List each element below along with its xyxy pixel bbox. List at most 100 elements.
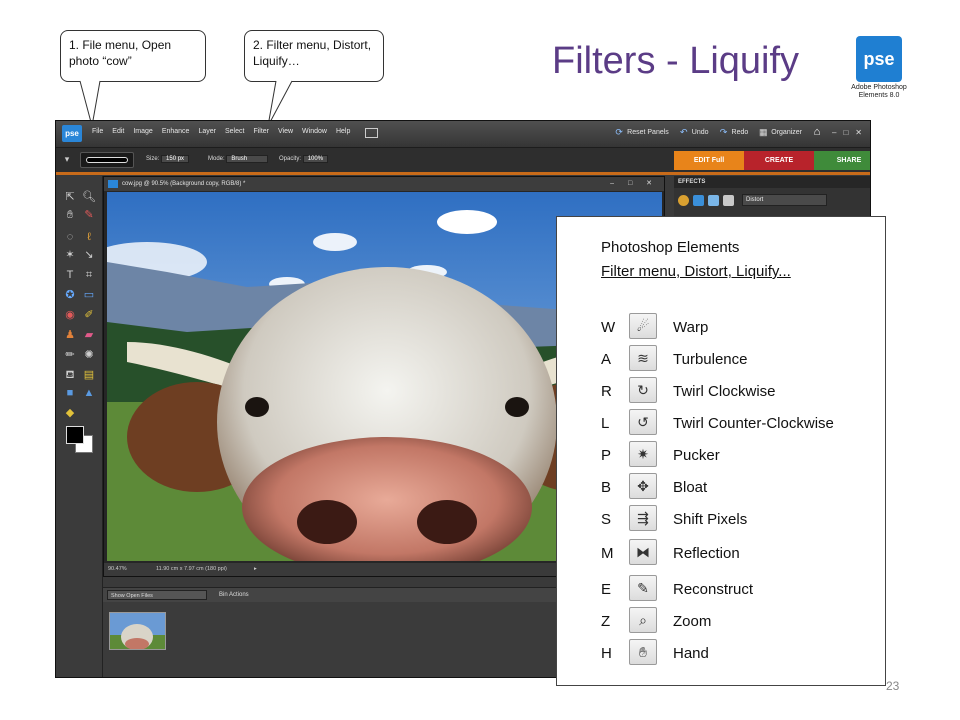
size-label: Size: bbox=[146, 156, 160, 162]
status-arrow-icon[interactable]: ▸ bbox=[254, 563, 257, 576]
liquify-tools-panel: Photoshop Elements Filter menu, Distort,… bbox=[556, 216, 886, 686]
shape-tool-icon[interactable]: ■ bbox=[62, 386, 78, 400]
organizer-label: Organizer bbox=[771, 128, 802, 136]
liquify-tool-row: A ≋ Turbulence bbox=[601, 345, 881, 375]
type-tool-icon[interactable]: T bbox=[62, 268, 78, 282]
eraser-tool-icon[interactable]: ▰ bbox=[81, 328, 97, 342]
tool-shortcut-key: S bbox=[601, 511, 612, 528]
tab-create[interactable]: CREATE bbox=[744, 151, 814, 170]
organizer-button[interactable]: ▦ Organizer bbox=[758, 127, 802, 137]
organizer-icon: ▦ bbox=[759, 127, 768, 137]
clone-stamp-icon[interactable]: ♟ bbox=[62, 328, 78, 342]
crop-tool-icon[interactable]: ⌗ bbox=[81, 268, 97, 282]
reconstruct-icon[interactable]: ✎ bbox=[629, 575, 657, 601]
move-tool-icon[interactable]: ⇱ bbox=[62, 190, 78, 204]
tool-name: Twirl Counter-Clockwise bbox=[673, 415, 834, 432]
mode-select[interactable]: Brush bbox=[226, 155, 269, 163]
smart-brush-icon[interactable]: ✺ bbox=[81, 348, 97, 362]
undo-icon: ↶ bbox=[680, 127, 688, 137]
tab-share[interactable]: SHARE bbox=[814, 151, 870, 170]
redo-icon: ↷ bbox=[719, 127, 728, 137]
shift-pixels-icon[interactable]: ⇶ bbox=[629, 505, 657, 531]
menu-image[interactable]: Image bbox=[133, 128, 152, 138]
minimize-icon[interactable]: – bbox=[832, 128, 836, 137]
tool-name: Pucker bbox=[673, 447, 720, 464]
reflection-icon[interactable]: ⧓ bbox=[629, 539, 657, 565]
hand-icon[interactable]: ✋︎ bbox=[629, 639, 657, 665]
opacity-option: Opacity: 100% bbox=[279, 155, 329, 163]
liquify-tool-row: E ✎ Reconstruct bbox=[601, 575, 881, 605]
twirl-counter-clockwise-icon[interactable]: ↺ bbox=[629, 409, 657, 435]
liquify-subheading: Filter menu, Distort, Liquify... bbox=[601, 263, 791, 280]
tab-edit-full[interactable]: EDIT Full bbox=[674, 151, 744, 170]
filters-icon[interactable] bbox=[678, 194, 689, 206]
menu-file[interactable]: File bbox=[92, 128, 103, 138]
effects-category-select[interactable]: Distort bbox=[742, 194, 827, 206]
bin-actions-menu[interactable]: Bin Actions bbox=[219, 588, 249, 602]
arrange-icon[interactable] bbox=[365, 128, 379, 138]
close-icon[interactable]: ✕ bbox=[855, 128, 862, 137]
quick-selection-icon[interactable]: ↘ bbox=[81, 248, 97, 262]
size-field[interactable]: 150 px bbox=[161, 155, 190, 163]
paint-bucket-icon[interactable]: ⛾ bbox=[62, 368, 78, 382]
liquify-tool-row: M ⧓ Reflection bbox=[601, 539, 881, 569]
mode-option: Mode: Brush bbox=[208, 155, 269, 163]
menu-enhance[interactable]: Enhance bbox=[162, 128, 190, 138]
straighten-tool-icon[interactable]: ▭ bbox=[81, 288, 97, 302]
tool-shortcut-key: W bbox=[601, 319, 616, 336]
cookie-cutter-icon[interactable]: ✪ bbox=[62, 288, 78, 302]
reset-panels-button[interactable]: ⟳ Reset Panels bbox=[614, 127, 668, 137]
document-title: cow.jpg @ 90.5% (Background copy, RGB/8)… bbox=[122, 181, 246, 187]
cow-thumbnail[interactable] bbox=[109, 612, 166, 650]
red-eye-icon[interactable]: ◉ bbox=[62, 308, 78, 322]
page-number: 23 bbox=[886, 679, 900, 693]
turbulence-icon[interactable]: ≋ bbox=[629, 345, 657, 371]
tool-shortcut-key: Z bbox=[601, 613, 611, 630]
menu-layer[interactable]: Layer bbox=[198, 128, 216, 138]
menu-select[interactable]: Select bbox=[225, 128, 244, 138]
brush-preview[interactable] bbox=[80, 152, 134, 168]
warp-icon[interactable]: ☄ bbox=[629, 313, 657, 339]
healing-brush-icon[interactable]: ✐ bbox=[81, 308, 97, 322]
twirl-clockwise-icon[interactable]: ↻ bbox=[629, 377, 657, 403]
opacity-field[interactable]: 100% bbox=[302, 155, 329, 163]
toolbox: ⇱ 🔍︎ ✋︎ ✎ ◌ ℓ ✶ ↘ T ⌗ ✪ ▭ ◉ ✐ ♟ ▰ ✏ ✺ ⛾ … bbox=[56, 176, 103, 677]
lasso-tool-icon[interactable]: ℓ bbox=[81, 230, 97, 244]
menu-filter[interactable]: Filter bbox=[253, 128, 269, 138]
pucker-icon[interactable]: ✷ bbox=[629, 441, 657, 467]
tool-name: Reconstruct bbox=[673, 581, 754, 598]
zoom-tool-icon[interactable]: 🔍︎ bbox=[81, 190, 97, 204]
size-option: Size: 150 px bbox=[146, 155, 190, 163]
maximize-icon[interactable]: □ bbox=[843, 128, 848, 137]
tool-preset-icon[interactable]: ▾ bbox=[62, 154, 72, 164]
brush-tool-icon[interactable]: ✏ bbox=[62, 348, 78, 362]
undo-button[interactable]: ↶ Undo bbox=[679, 127, 709, 137]
redo-label: Redo bbox=[731, 128, 749, 136]
document-window-controls[interactable]: – □ ✕ bbox=[610, 177, 658, 191]
effects-controls: Distort bbox=[678, 194, 827, 206]
menu-window[interactable]: Window bbox=[302, 128, 327, 138]
photo-effects-icon[interactable] bbox=[708, 194, 719, 206]
menu-help[interactable]: Help bbox=[336, 128, 350, 138]
hand-tool-icon[interactable]: ✋︎ bbox=[62, 208, 78, 222]
layer-styles-icon[interactable] bbox=[693, 194, 704, 206]
redo-button[interactable]: ↷ Redo bbox=[719, 127, 749, 137]
menu-view[interactable]: View bbox=[278, 128, 293, 138]
effects-all-icon[interactable] bbox=[723, 194, 734, 206]
home-icon[interactable]: ⌂ bbox=[812, 127, 822, 138]
sponge-tool-icon[interactable]: ◆ bbox=[62, 406, 78, 420]
foreground-color-swatch[interactable] bbox=[66, 426, 84, 444]
bloat-icon[interactable]: ✥ bbox=[629, 473, 657, 499]
marquee-tool-icon[interactable]: ◌ bbox=[62, 230, 78, 244]
blur-tool-icon[interactable]: ▲ bbox=[81, 386, 97, 400]
document-dimensions: 11.90 cm x 7.97 cm (180 ppi) bbox=[156, 566, 227, 572]
liquify-heading: Photoshop Elements bbox=[601, 239, 740, 256]
magic-wand-icon[interactable]: ✶ bbox=[62, 248, 78, 262]
eyedropper-icon[interactable]: ✎ bbox=[81, 208, 97, 222]
tool-name: Shift Pixels bbox=[673, 511, 748, 528]
show-open-files-select[interactable]: Show Open Files bbox=[107, 590, 207, 600]
menu-edit[interactable]: Edit bbox=[112, 128, 124, 138]
zoom-icon[interactable]: ⌕ bbox=[629, 607, 657, 633]
zoom-level[interactable]: 90.47% bbox=[108, 563, 127, 576]
gradient-tool-icon[interactable]: ▤ bbox=[81, 368, 97, 382]
